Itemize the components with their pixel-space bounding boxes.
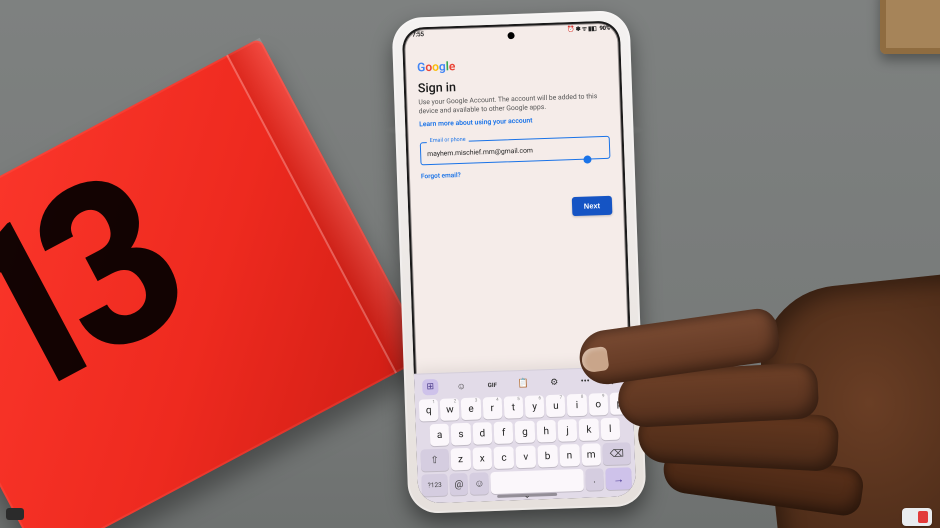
key-at[interactable]: @ bbox=[449, 473, 468, 496]
key-x[interactable]: x bbox=[472, 447, 493, 470]
channel-badge bbox=[902, 508, 932, 526]
text-cursor-handle[interactable] bbox=[583, 156, 591, 164]
gboard-keyboard: ⊞ ☺ GIF 📋 ⚙ ••• 🎤 q1 w2 e3 r4 t5 y6 u7 bbox=[414, 366, 636, 504]
google-sign-in-page: Google Sign in Use your Google Account. … bbox=[402, 31, 625, 181]
box-number-13: 13 bbox=[0, 169, 184, 418]
key-o[interactable]: o9 bbox=[588, 393, 608, 416]
key-u[interactable]: u7 bbox=[546, 394, 566, 417]
wooden-block-prop bbox=[880, 0, 940, 54]
key-w[interactable]: w2 bbox=[440, 398, 460, 421]
forgot-email-link[interactable]: Forgot email? bbox=[421, 166, 611, 181]
key-d[interactable]: d bbox=[472, 422, 492, 445]
key-z[interactable]: z bbox=[450, 448, 471, 471]
settings-gear-icon[interactable]: ⚙ bbox=[546, 375, 563, 392]
key-b[interactable]: b bbox=[537, 445, 558, 468]
key-period[interactable]: . bbox=[585, 468, 604, 491]
key-p[interactable]: p0 bbox=[609, 392, 629, 415]
key-a[interactable]: a bbox=[430, 424, 450, 447]
more-icon[interactable]: ••• bbox=[577, 373, 594, 390]
key-h[interactable]: h bbox=[536, 420, 556, 443]
gif-button[interactable]: GIF bbox=[484, 377, 501, 394]
phone-screen: 7:55 ⏰ ✽ ᯤ ▮◧ 90% Google Sign in Use you… bbox=[402, 20, 636, 503]
key-q[interactable]: q1 bbox=[419, 399, 439, 422]
key-symbols[interactable]: ?123 bbox=[421, 474, 448, 497]
key-k[interactable]: k bbox=[579, 418, 599, 441]
sticker-icon[interactable]: ☺ bbox=[453, 378, 470, 395]
key-v[interactable]: v bbox=[516, 446, 537, 469]
key-i[interactable]: i8 bbox=[567, 394, 587, 417]
status-icons: ⏰ ✽ ᯤ ▮◧ bbox=[567, 24, 596, 33]
key-emoji[interactable]: ☺ bbox=[470, 472, 489, 495]
key-m[interactable]: m bbox=[581, 443, 602, 466]
key-j[interactable]: j bbox=[558, 419, 578, 442]
keyboard-row-3: ⇧ z x c v b n m ⌫ bbox=[420, 442, 631, 471]
email-field-label: Email or phone bbox=[427, 137, 469, 144]
keyboard-menu-icon[interactable]: ⊞ bbox=[422, 379, 439, 396]
key-n[interactable]: n bbox=[559, 444, 580, 467]
google-logo: Google bbox=[417, 59, 456, 74]
key-t[interactable]: t5 bbox=[503, 396, 523, 419]
mic-icon[interactable]: 🎤 bbox=[608, 372, 625, 389]
key-r[interactable]: r4 bbox=[482, 397, 502, 420]
key-s[interactable]: s bbox=[451, 423, 471, 446]
key-f[interactable]: f bbox=[494, 421, 514, 444]
photo-background: 13 7:55 ⏰ ✽ ᯤ ▮◧ 90% Google Sign in Use … bbox=[0, 0, 940, 528]
sign-in-description: Use your Google Account. The account wil… bbox=[418, 92, 609, 117]
corner-badge bbox=[6, 508, 24, 520]
key-g[interactable]: g bbox=[515, 421, 535, 444]
key-space[interactable] bbox=[490, 469, 583, 494]
status-battery: 90% bbox=[599, 24, 610, 31]
key-backspace[interactable]: ⌫ bbox=[603, 442, 631, 465]
next-button[interactable]: Next bbox=[572, 196, 613, 216]
key-y[interactable]: y6 bbox=[525, 395, 545, 418]
learn-more-link[interactable]: Learn more about using your account bbox=[419, 114, 609, 129]
key-l[interactable]: l bbox=[600, 418, 620, 441]
key-e[interactable]: e3 bbox=[461, 397, 481, 420]
product-box-13: 13 bbox=[0, 38, 429, 528]
phone-device: 7:55 ⏰ ✽ ᯤ ▮◧ 90% Google Sign in Use you… bbox=[391, 10, 646, 514]
email-field-value: mayhem.mischief.mm@gmail.com bbox=[427, 144, 603, 158]
clipboard-icon[interactable]: 📋 bbox=[515, 376, 532, 393]
key-shift[interactable]: ⇧ bbox=[420, 449, 448, 472]
key-enter[interactable]: → bbox=[605, 467, 632, 490]
keyboard-row-2: a s d f g h j k l bbox=[420, 417, 631, 446]
key-c[interactable]: c bbox=[494, 446, 515, 469]
status-time: 7:55 bbox=[412, 30, 424, 38]
email-field[interactable]: Email or phone mayhem.mischief.mm@gmail.… bbox=[420, 136, 611, 166]
